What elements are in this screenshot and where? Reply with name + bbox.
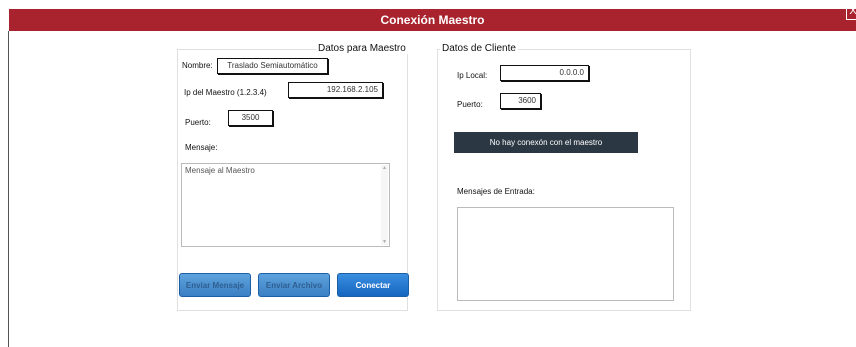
local-ip-label: Ip Local: bbox=[457, 71, 488, 80]
send-message-button[interactable]: Enviar Mensaje bbox=[179, 273, 251, 297]
incoming-messages-label: Mensajes de Entrada: bbox=[457, 187, 535, 196]
message-textarea[interactable]: Mensaje al Maestro ▲ ▼ bbox=[181, 163, 390, 247]
connection-status: No hay conexón con el maestro bbox=[454, 132, 638, 153]
master-panel-legend: Datos para Maestro bbox=[316, 43, 408, 54]
name-label: Nombre: bbox=[182, 61, 213, 70]
local-ip-field[interactable]: 0.0.0.0 bbox=[500, 65, 589, 81]
connection-window: Conexión Maestro X Datos para Maestro No… bbox=[0, 0, 856, 347]
incoming-messages-box[interactable] bbox=[457, 207, 674, 301]
window-border bbox=[8, 31, 9, 347]
master-port-label: Puerto: bbox=[185, 118, 211, 127]
client-port-field[interactable]: 3600 bbox=[500, 93, 541, 109]
message-text: Mensaje al Maestro bbox=[185, 166, 255, 175]
title-bar: Conexión Maestro bbox=[9, 9, 856, 31]
scroll-up-icon[interactable]: ▲ bbox=[381, 165, 388, 171]
name-field[interactable]: Traslado Semiautomático bbox=[217, 58, 328, 74]
master-ip-field[interactable]: 192.168.2.105 bbox=[288, 82, 383, 98]
master-ip-label: Ip del Maestro (1.2.3.4) bbox=[184, 88, 267, 97]
client-port-label: Puerto: bbox=[457, 100, 483, 109]
message-scrollbar[interactable]: ▲ ▼ bbox=[381, 165, 388, 245]
send-file-button[interactable]: Enviar Archivo bbox=[258, 273, 330, 297]
master-port-field[interactable]: 3500 bbox=[228, 110, 273, 126]
scroll-down-icon[interactable]: ▼ bbox=[381, 239, 388, 245]
client-panel-legend: Datos de Cliente bbox=[440, 43, 518, 54]
message-label: Mensaje: bbox=[185, 143, 218, 152]
window-title: Conexión Maestro bbox=[380, 13, 485, 27]
connect-button[interactable]: Conectar bbox=[337, 273, 409, 297]
close-button[interactable]: X bbox=[846, 4, 856, 20]
